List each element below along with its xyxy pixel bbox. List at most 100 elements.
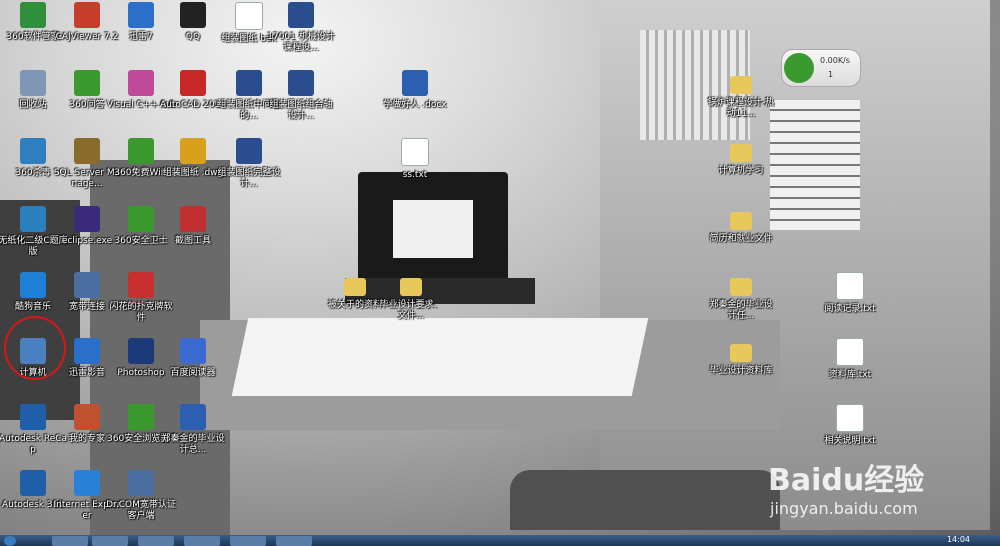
desktop-icon[interactable]: 组装图纸组合轴设计... [266, 70, 336, 132]
word-doc-icon [402, 70, 428, 96]
desktop-icon[interactable]: 锅炉课程设计-热动11... [706, 70, 776, 132]
desktop-icon-label: ss.txt [402, 170, 428, 180]
360-security-icon [128, 206, 154, 232]
desktop-icon[interactable]: Dr.COM宽带认证客户端 [106, 470, 176, 532]
ie-icon [74, 470, 100, 496]
snipping-tool-icon [180, 206, 206, 232]
watermark-url: jingyan.baidu.com [770, 499, 918, 518]
taskbar: 14:04 [0, 535, 1000, 546]
desktop-icon[interactable]: 组装图纸完整设计... [214, 138, 284, 200]
desktop-icon-label: 组装图纸完整设计... [217, 168, 281, 189]
sql-server-icon [74, 138, 100, 164]
folder-icon [344, 278, 366, 296]
desktop-icon-label: 计算机学习 [718, 166, 764, 176]
desktop-icon-label: 截图工具 [174, 236, 211, 246]
thunder-player-icon [74, 338, 100, 364]
wallpaper-chair [510, 470, 780, 530]
taskbar-app-2[interactable] [92, 536, 128, 546]
desktop-icon-label: Dr.COM宽带认证客户端 [106, 500, 176, 521]
desktop-icon[interactable]: 17001 机械设计课程设... [266, 2, 336, 64]
desktop-icon-label: 资料库.txt [828, 370, 872, 380]
caj-file-icon [288, 2, 314, 28]
desktop-icon-label: 学做好人 .docx [383, 100, 447, 110]
folder-icon [730, 212, 752, 230]
desktop-icon[interactable]: 闪花的扑克牌软件 [106, 272, 176, 334]
taskbar-app-1[interactable] [52, 536, 88, 546]
file-icon [235, 2, 263, 30]
wifi-icon [784, 53, 814, 83]
desktop-icon-label: 阅读记录.txt [824, 304, 876, 314]
desktop-icon[interactable]: 郑秦金的毕业设计总... [158, 404, 228, 466]
txt-file-icon [836, 404, 864, 432]
desktop-icon-label: 相关说明.txt [824, 436, 876, 446]
recycle-bin-icon [20, 70, 46, 96]
desktop-icon[interactable]: 学做好人 .docx [380, 70, 450, 132]
eclipse-icon [74, 206, 100, 232]
desktop-icon[interactable]: ss.txt [380, 138, 450, 200]
taskbar-app-6[interactable] [276, 536, 312, 546]
qq-icon [180, 2, 206, 28]
thunder-icon [128, 2, 154, 28]
caj-file-icon [288, 70, 314, 96]
desktop-icon-label: 郑秦金的毕业设计总... [161, 434, 225, 455]
autodesk-recap-icon [20, 404, 46, 430]
desktop-icon-label: 郑秦金的毕业设计任... [709, 300, 773, 321]
360-wifi-icon [128, 138, 154, 164]
desktop-icon[interactable]: 毕业设计资料库 [706, 338, 776, 400]
photoshop-icon [128, 338, 154, 364]
drcom-icon [128, 470, 154, 496]
desktop-icon-label: 毕业设计要求、文件... [379, 300, 443, 321]
folder-icon [730, 278, 752, 296]
my-expert-icon [74, 404, 100, 430]
broadband-icon [74, 272, 100, 298]
desktop-icon[interactable]: 计算机学习 [706, 138, 776, 200]
360-software-manager-icon [20, 2, 46, 28]
desktop-icon-label: 闪花的扑克牌软件 [109, 302, 173, 323]
desktop-icon-label: 锅炉课程设计-热动11... [707, 98, 775, 119]
360-antivirus-icon [20, 138, 46, 164]
network-speed-widget[interactable]: 0.00K/s 1 [781, 49, 861, 87]
desktop-icon-label: 百度阅读器 [170, 368, 216, 378]
wallpaper-books-stack [770, 100, 860, 230]
watermark-brand: Baidu经验 [768, 463, 925, 498]
cajviewer-icon [74, 2, 100, 28]
desktop-icon-label: 组装图纸组合轴设计... [269, 100, 333, 121]
desktop-icon[interactable]: 百度阅读器 [158, 338, 228, 400]
caj-file-icon [236, 138, 262, 164]
360-browser-icon [128, 404, 154, 430]
highlight-circle [4, 316, 66, 380]
desktop-icon-label: 毕业设计资料库 [709, 366, 773, 376]
txt-file-icon [836, 338, 864, 366]
desktop-icon[interactable]: 毕业设计要求、文件... [376, 272, 446, 334]
desktop-icon[interactable]: 郑秦金的毕业设计任... [706, 272, 776, 334]
360-qa-icon [74, 70, 100, 96]
autocad-icon [180, 70, 206, 96]
autodesk-360-icon [20, 470, 46, 496]
word-doc-icon [180, 404, 206, 430]
desktop-icon[interactable]: 阅读记录.txt [815, 272, 885, 334]
desktop-icon-label: 简历和就业文件 [709, 234, 773, 244]
taskbar-app-5[interactable] [230, 536, 266, 546]
caj-file-icon [236, 70, 262, 96]
net-speed: 0.00K/s [820, 56, 850, 65]
visual-cpp-icon [128, 70, 154, 96]
dwg-file-icon [180, 138, 206, 164]
folder-icon [730, 144, 752, 162]
desktop-icon[interactable]: 资料库.txt [815, 338, 885, 400]
desktop-icon[interactable]: 截图工具 [158, 206, 228, 268]
baidu-watermark: Baidu经验 jingyan.baidu.com [768, 455, 948, 525]
taskbar-clock[interactable]: 14:04 [947, 535, 970, 545]
taskbar-app-3[interactable] [138, 536, 174, 546]
cards-icon [128, 272, 154, 298]
txt-file-icon [401, 138, 429, 166]
desktop-icon[interactable]: 简历和就业文件 [706, 206, 776, 268]
baidu-reader-icon [180, 338, 206, 364]
desktop-icon-label: 17001 机械设计课程设... [267, 32, 335, 53]
net-count: 1 [828, 70, 834, 79]
folder-icon [730, 76, 752, 94]
folder-icon [400, 278, 422, 296]
taskbar-app-4[interactable] [184, 536, 220, 546]
exam-app-icon [20, 206, 46, 232]
txt-file-icon [836, 272, 864, 300]
start-button[interactable] [4, 536, 16, 546]
